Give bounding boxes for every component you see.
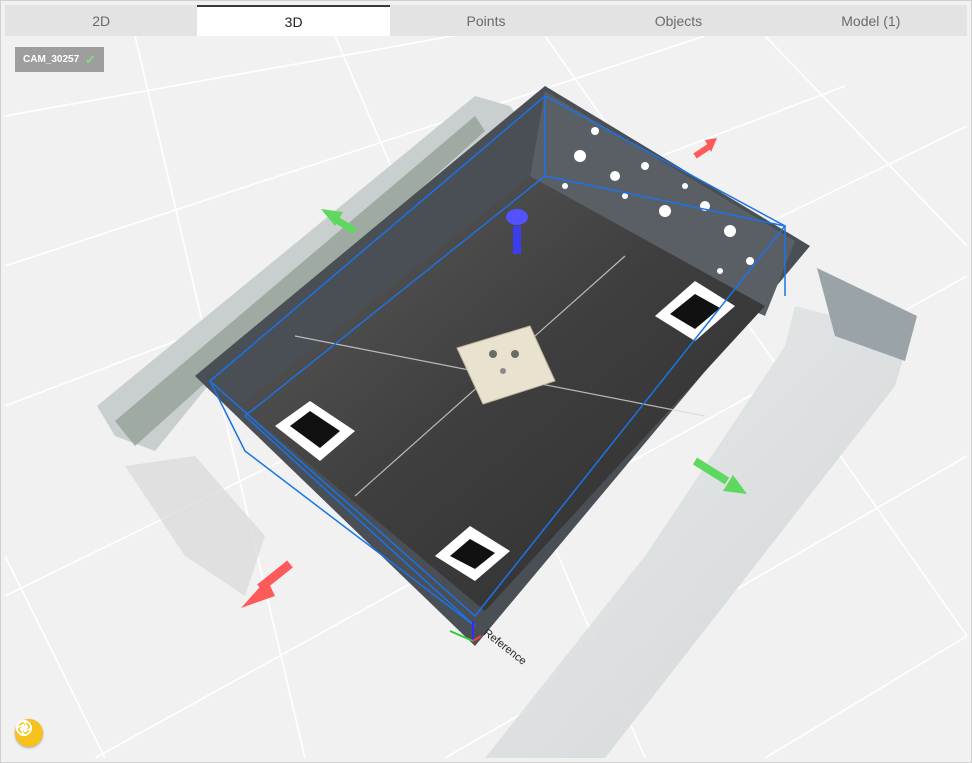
capture-button[interactable]: [15, 719, 43, 747]
tab-objects[interactable]: Objects: [582, 5, 774, 36]
camera-name: CAM_30257: [23, 54, 80, 65]
aperture-icon: [16, 720, 32, 736]
tab-points[interactable]: Points: [390, 5, 582, 36]
camera-badge[interactable]: CAM_30257 ✓: [15, 47, 105, 72]
view-tab-bar: 2D 3D Points Objects Model (1): [5, 5, 967, 36]
tab-2d[interactable]: 2D: [5, 5, 197, 36]
3d-viewport[interactable]: Reference CAM_30257 ✓: [5, 36, 967, 758]
tab-model[interactable]: Model (1): [775, 5, 967, 36]
reference-label: Reference: [481, 627, 528, 668]
arrow-x-positive-icon[interactable]: [693, 138, 717, 159]
tab-3d[interactable]: 3D: [197, 5, 390, 36]
viewer-window: 2D 3D Points Objects Model (1) Reference…: [0, 0, 972, 763]
scene-canvas[interactable]: Reference: [5, 36, 967, 758]
check-icon: ✓: [85, 51, 97, 67]
